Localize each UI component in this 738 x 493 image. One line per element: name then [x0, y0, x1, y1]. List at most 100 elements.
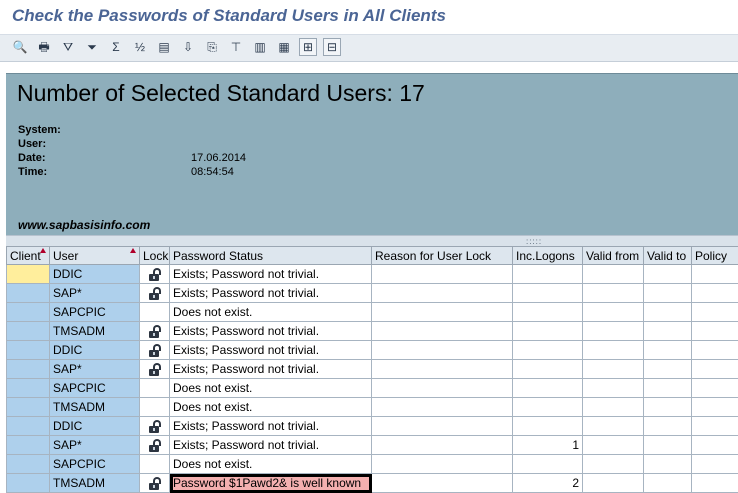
unlocked-padlock-icon[interactable] [149, 287, 161, 300]
column-header-user[interactable]: User [50, 247, 140, 265]
client-cell[interactable] [7, 341, 50, 360]
password-status-cell[interactable]: Exists; Password not trivial. [170, 265, 372, 284]
lock-cell[interactable] [140, 341, 170, 360]
password-status-cell[interactable]: Does not exist. [170, 455, 372, 474]
layout-icon[interactable]: ▦ [275, 38, 293, 56]
password-status-cell[interactable]: Exists; Password not trivial. [170, 341, 372, 360]
inc-logons-cell[interactable]: 1 [513, 436, 583, 455]
inc-logons-cell[interactable] [513, 341, 583, 360]
column-header-valid-to[interactable]: Valid to [644, 247, 692, 265]
valid-from-cell[interactable] [583, 322, 644, 341]
password-status-cell[interactable]: Exists; Password not trivial. [170, 284, 372, 303]
password-status-cell[interactable]: Exists; Password not trivial. [170, 322, 372, 341]
policy-cell[interactable] [692, 474, 738, 493]
client-cell[interactable] [7, 322, 50, 341]
policy-cell[interactable] [692, 265, 738, 284]
policy-cell[interactable] [692, 379, 738, 398]
valid-to-cell[interactable] [644, 265, 692, 284]
valid-from-cell[interactable] [583, 379, 644, 398]
print-icon[interactable]: 🖶 [35, 38, 53, 56]
save-layout-icon[interactable]: ⊟ [323, 38, 341, 56]
user-cell[interactable]: DDIC [50, 341, 140, 360]
client-cell[interactable] [7, 303, 50, 322]
spreadsheet-icon[interactable]: ▤ [155, 38, 173, 56]
password-status-warning[interactable]: Password $1Pawd2& is well known [170, 474, 372, 493]
inc-logons-cell[interactable] [513, 455, 583, 474]
unlocked-padlock-icon[interactable] [149, 344, 161, 357]
lock-cell[interactable] [140, 284, 170, 303]
valid-to-cell[interactable] [644, 398, 692, 417]
reason-cell[interactable] [372, 379, 513, 398]
column-header-inc-logons[interactable]: Inc.Logons [513, 247, 583, 265]
inc-logons-cell[interactable] [513, 303, 583, 322]
valid-to-cell[interactable] [644, 360, 692, 379]
column-header-reason-for-user-lock[interactable]: Reason for User Lock [372, 247, 513, 265]
reason-cell[interactable] [372, 398, 513, 417]
policy-cell[interactable] [692, 398, 738, 417]
valid-to-cell[interactable] [644, 341, 692, 360]
lock-cell[interactable] [140, 436, 170, 455]
table-row[interactable]: SAP*Exists; Password not trivial. [7, 360, 738, 379]
details-icon[interactable]: 🔍 [11, 38, 29, 56]
lock-cell[interactable] [140, 360, 170, 379]
valid-from-cell[interactable] [583, 284, 644, 303]
lock-cell[interactable] [140, 398, 170, 417]
valid-to-cell[interactable] [644, 436, 692, 455]
client-cell[interactable] [7, 417, 50, 436]
user-cell[interactable]: SAP* [50, 360, 140, 379]
reason-cell[interactable] [372, 417, 513, 436]
user-cell[interactable]: SAPCPIC [50, 303, 140, 322]
unlocked-padlock-icon[interactable] [149, 325, 161, 338]
valid-to-cell[interactable] [644, 322, 692, 341]
lock-cell[interactable] [140, 322, 170, 341]
client-cell[interactable] [7, 455, 50, 474]
table-row[interactable]: TMSADM Does not exist. [7, 398, 738, 417]
user-cell[interactable]: TMSADM [50, 322, 140, 341]
table-row[interactable]: TMSADMPassword $1Pawd2& is well known2 [7, 474, 738, 493]
password-status-cell[interactable]: Exists; Password not trivial. [170, 417, 372, 436]
valid-to-cell[interactable] [644, 303, 692, 322]
table-row[interactable]: TMSADM Exists; Password not trivial. [7, 322, 738, 341]
inc-logons-cell[interactable] [513, 284, 583, 303]
lock-cell[interactable] [140, 265, 170, 284]
inc-logons-cell[interactable] [513, 417, 583, 436]
table-row[interactable]: DDICExists; Password not trivial. [7, 417, 738, 436]
table-row[interactable]: SAP* Exists; Password not trivial. 1 [7, 436, 738, 455]
unlocked-padlock-icon[interactable] [149, 363, 161, 376]
subtotal-icon[interactable]: ½ [131, 38, 149, 56]
reason-cell[interactable] [372, 474, 513, 493]
valid-to-cell[interactable] [644, 284, 692, 303]
table-row[interactable]: SAPCPIC Does not exist. [7, 379, 738, 398]
table-row[interactable]: DDIC Exists; Password not trivial. [7, 341, 738, 360]
password-status-cell[interactable]: Does not exist. [170, 379, 372, 398]
lock-cell[interactable] [140, 455, 170, 474]
user-cell[interactable]: TMSADM [50, 398, 140, 417]
user-cell[interactable]: SAPCPIC [50, 379, 140, 398]
column-header-client[interactable]: Client [7, 247, 50, 265]
policy-cell[interactable] [692, 322, 738, 341]
client-cell[interactable] [7, 474, 50, 493]
reason-cell[interactable] [372, 265, 513, 284]
policy-cell[interactable] [692, 417, 738, 436]
user-cell[interactable]: SAP* [50, 436, 140, 455]
client-cell[interactable] [7, 436, 50, 455]
column-header-lock[interactable]: Lock [140, 247, 170, 265]
reason-cell[interactable] [372, 360, 513, 379]
export-icon[interactable]: ⇩ [179, 38, 197, 56]
valid-to-cell[interactable] [644, 474, 692, 493]
reason-cell[interactable] [372, 341, 513, 360]
reason-cell[interactable] [372, 303, 513, 322]
valid-from-cell[interactable] [583, 265, 644, 284]
policy-cell[interactable] [692, 284, 738, 303]
abc-analysis-icon[interactable]: ⊤ [227, 38, 245, 56]
valid-from-cell[interactable] [583, 417, 644, 436]
valid-from-cell[interactable] [583, 436, 644, 455]
valid-from-cell[interactable] [583, 341, 644, 360]
valid-from-cell[interactable] [583, 474, 644, 493]
policy-cell[interactable] [692, 455, 738, 474]
password-status-cell[interactable]: Exists; Password not trivial. [170, 436, 372, 455]
lock-cell[interactable] [140, 417, 170, 436]
client-cell[interactable] [7, 284, 50, 303]
table-row[interactable]: SAP*Exists; Password not trivial. [7, 284, 738, 303]
password-status-cell[interactable]: Does not exist. [170, 398, 372, 417]
